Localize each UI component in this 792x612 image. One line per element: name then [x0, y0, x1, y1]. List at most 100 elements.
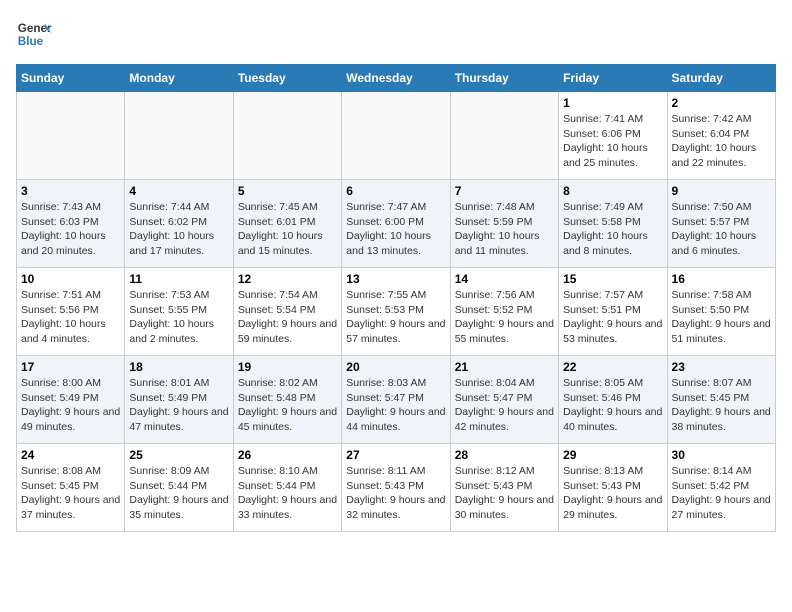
calendar-cell [450, 92, 558, 180]
calendar-cell: 1Sunrise: 7:41 AM Sunset: 6:06 PM Daylig… [559, 92, 667, 180]
col-header-sunday: Sunday [17, 65, 125, 92]
day-info: Sunrise: 7:42 AM Sunset: 6:04 PM Dayligh… [672, 112, 771, 171]
day-number: 5 [238, 184, 337, 198]
calendar-header-row: SundayMondayTuesdayWednesdayThursdayFrid… [17, 65, 776, 92]
day-info: Sunrise: 7:51 AM Sunset: 5:56 PM Dayligh… [21, 288, 120, 347]
day-info: Sunrise: 7:49 AM Sunset: 5:58 PM Dayligh… [563, 200, 662, 259]
calendar-cell: 19 Sunrise: 8:02 AM Sunset: 5:48 PM Dayli… [233, 356, 341, 444]
day-info: Sunrise: 8:02 AM Sunset: 5:48 PM Dayligh… [238, 376, 337, 435]
day-number: 12 [238, 272, 337, 286]
day-info: Sunrise: 7:44 AM Sunset: 6:02 PM Dayligh… [129, 200, 228, 259]
calendar-cell: 26Sunrise: 8:10 AM Sunset: 5:44 PM Dayli… [233, 444, 341, 532]
day-number: 16 [672, 272, 771, 286]
day-number: 23 [672, 360, 771, 374]
logo: General Blue [16, 16, 52, 52]
calendar-cell: 17 Sunrise: 8:00 AM Sunset: 5:49 PM Dayli… [17, 356, 125, 444]
calendar-cell: 9 Sunrise: 7:50 AM Sunset: 5:57 PM Daylig… [667, 180, 775, 268]
page-header: General Blue [16, 16, 776, 52]
day-info: Sunrise: 8:00 AM Sunset: 5:49 PM Dayligh… [21, 376, 120, 435]
day-number: 4 [129, 184, 228, 198]
calendar-cell: 16 Sunrise: 7:58 AM Sunset: 5:50 PM Dayli… [667, 268, 775, 356]
day-info: Sunrise: 8:09 AM Sunset: 5:44 PM Dayligh… [129, 464, 228, 523]
day-number: 13 [346, 272, 445, 286]
day-number: 2 [672, 96, 771, 110]
day-number: 21 [455, 360, 554, 374]
day-number: 20 [346, 360, 445, 374]
calendar-cell: 8Sunrise: 7:49 AM Sunset: 5:58 PM Daylig… [559, 180, 667, 268]
day-number: 19 [238, 360, 337, 374]
calendar-week-4: 17 Sunrise: 8:00 AM Sunset: 5:49 PM Dayli… [17, 356, 776, 444]
day-number: 14 [455, 272, 554, 286]
day-info: Sunrise: 8:03 AM Sunset: 5:47 PM Dayligh… [346, 376, 445, 435]
day-info: Sunrise: 8:14 AM Sunset: 5:42 PM Dayligh… [672, 464, 771, 523]
col-header-wednesday: Wednesday [342, 65, 450, 92]
day-number: 30 [672, 448, 771, 462]
calendar-cell [17, 92, 125, 180]
col-header-thursday: Thursday [450, 65, 558, 92]
day-info: Sunrise: 7:58 AM Sunset: 5:50 PM Dayligh… [672, 288, 771, 347]
day-info: Sunrise: 8:08 AM Sunset: 5:45 PM Dayligh… [21, 464, 120, 523]
day-info: Sunrise: 8:01 AM Sunset: 5:49 PM Dayligh… [129, 376, 228, 435]
calendar-cell: 21 Sunrise: 8:04 AM Sunset: 5:47 PM Dayli… [450, 356, 558, 444]
day-info: Sunrise: 7:54 AM Sunset: 5:54 PM Dayligh… [238, 288, 337, 347]
calendar-week-1: 1Sunrise: 7:41 AM Sunset: 6:06 PM Daylig… [17, 92, 776, 180]
calendar-cell: 10 Sunrise: 7:51 AM Sunset: 5:56 PM Dayli… [17, 268, 125, 356]
calendar-cell: 20 Sunrise: 8:03 AM Sunset: 5:47 PM Dayli… [342, 356, 450, 444]
day-info: Sunrise: 8:13 AM Sunset: 5:43 PM Dayligh… [563, 464, 662, 523]
calendar-cell: 18 Sunrise: 8:01 AM Sunset: 5:49 PM Dayli… [125, 356, 233, 444]
calendar-cell: 28 Sunrise: 8:12 AM Sunset: 5:43 PM Dayli… [450, 444, 558, 532]
svg-text:Blue: Blue [18, 35, 44, 48]
calendar-cell [233, 92, 341, 180]
calendar-cell: 6Sunrise: 7:47 AM Sunset: 6:00 PM Daylig… [342, 180, 450, 268]
calendar-cell [125, 92, 233, 180]
calendar-cell: 25 Sunrise: 8:09 AM Sunset: 5:44 PM Dayli… [125, 444, 233, 532]
calendar-cell: 23Sunrise: 8:07 AM Sunset: 5:45 PM Dayli… [667, 356, 775, 444]
calendar-cell: 7 Sunrise: 7:48 AM Sunset: 5:59 PM Daylig… [450, 180, 558, 268]
col-header-tuesday: Tuesday [233, 65, 341, 92]
calendar-cell: 29 Sunrise: 8:13 AM Sunset: 5:43 PM Dayli… [559, 444, 667, 532]
day-number: 3 [21, 184, 120, 198]
day-number: 29 [563, 448, 662, 462]
day-number: 28 [455, 448, 554, 462]
calendar-cell: 4 Sunrise: 7:44 AM Sunset: 6:02 PM Daylig… [125, 180, 233, 268]
calendar-week-3: 10 Sunrise: 7:51 AM Sunset: 5:56 PM Dayli… [17, 268, 776, 356]
day-number: 25 [129, 448, 228, 462]
day-info: Sunrise: 7:41 AM Sunset: 6:06 PM Dayligh… [563, 112, 662, 171]
day-number: 18 [129, 360, 228, 374]
day-info: Sunrise: 7:50 AM Sunset: 5:57 PM Dayligh… [672, 200, 771, 259]
day-number: 7 [455, 184, 554, 198]
calendar-week-2: 3 Sunrise: 7:43 AM Sunset: 6:03 PM Daylig… [17, 180, 776, 268]
calendar-cell: 15 Sunrise: 7:57 AM Sunset: 5:51 PM Dayli… [559, 268, 667, 356]
day-number: 17 [21, 360, 120, 374]
day-number: 15 [563, 272, 662, 286]
day-number: 11 [129, 272, 228, 286]
day-number: 9 [672, 184, 771, 198]
calendar-cell: 11 Sunrise: 7:53 AM Sunset: 5:55 PM Dayli… [125, 268, 233, 356]
col-header-monday: Monday [125, 65, 233, 92]
day-info: Sunrise: 7:48 AM Sunset: 5:59 PM Dayligh… [455, 200, 554, 259]
day-number: 6 [346, 184, 445, 198]
calendar-week-5: 24Sunrise: 8:08 AM Sunset: 5:45 PM Dayli… [17, 444, 776, 532]
calendar-cell: 27Sunrise: 8:11 AM Sunset: 5:43 PM Dayli… [342, 444, 450, 532]
calendar-cell: 30 Sunrise: 8:14 AM Sunset: 5:42 PM Dayli… [667, 444, 775, 532]
day-number: 27 [346, 448, 445, 462]
day-number: 26 [238, 448, 337, 462]
day-info: Sunrise: 7:56 AM Sunset: 5:52 PM Dayligh… [455, 288, 554, 347]
day-number: 10 [21, 272, 120, 286]
day-info: Sunrise: 8:05 AM Sunset: 5:46 PM Dayligh… [563, 376, 662, 435]
day-info: Sunrise: 7:43 AM Sunset: 6:03 PM Dayligh… [21, 200, 120, 259]
col-header-saturday: Saturday [667, 65, 775, 92]
calendar-cell: 12 Sunrise: 7:54 AM Sunset: 5:54 PM Dayli… [233, 268, 341, 356]
calendar-cell: 24Sunrise: 8:08 AM Sunset: 5:45 PM Dayli… [17, 444, 125, 532]
day-info: Sunrise: 8:12 AM Sunset: 5:43 PM Dayligh… [455, 464, 554, 523]
calendar-cell: 14 Sunrise: 7:56 AM Sunset: 5:52 PM Dayli… [450, 268, 558, 356]
calendar-cell [342, 92, 450, 180]
day-info: Sunrise: 8:04 AM Sunset: 5:47 PM Dayligh… [455, 376, 554, 435]
day-info: Sunrise: 7:53 AM Sunset: 5:55 PM Dayligh… [129, 288, 228, 347]
calendar-cell: 3 Sunrise: 7:43 AM Sunset: 6:03 PM Daylig… [17, 180, 125, 268]
day-info: Sunrise: 7:57 AM Sunset: 5:51 PM Dayligh… [563, 288, 662, 347]
day-info: Sunrise: 7:45 AM Sunset: 6:01 PM Dayligh… [238, 200, 337, 259]
day-number: 22 [563, 360, 662, 374]
col-header-friday: Friday [559, 65, 667, 92]
calendar-cell: 2 Sunrise: 7:42 AM Sunset: 6:04 PM Daylig… [667, 92, 775, 180]
